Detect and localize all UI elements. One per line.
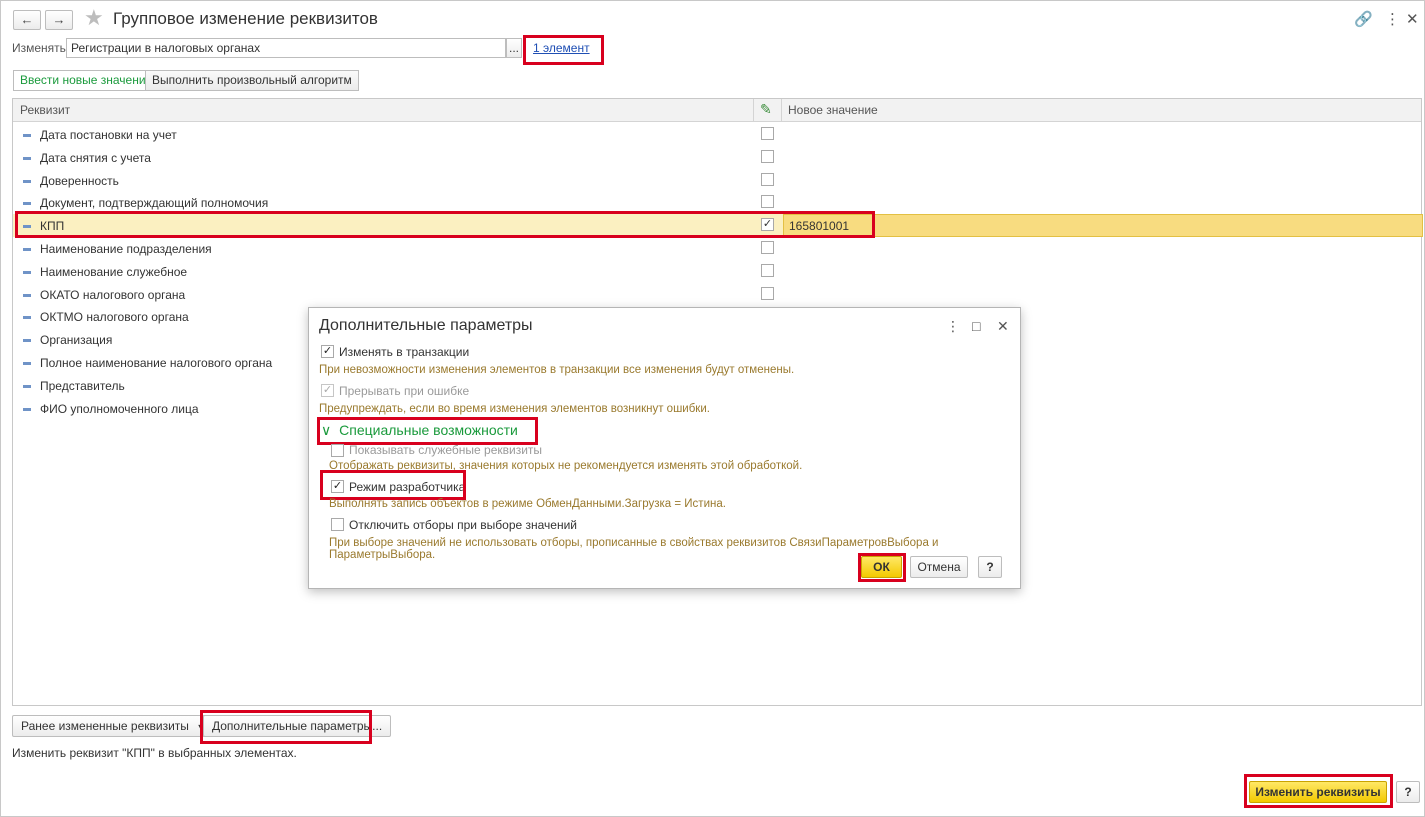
- attribute-name: ОКТМО налогового органа: [40, 310, 189, 325]
- status-text: Изменить реквизит "КПП" в выбранных элем…: [12, 746, 297, 760]
- attribute-bullet-icon: [23, 362, 31, 365]
- column-separator: [753, 99, 754, 122]
- table-row[interactable]: КПП ✓ 165801001: [13, 214, 1423, 238]
- transaction-checkbox[interactable]: ✓: [321, 345, 334, 358]
- table-row[interactable]: Документ, подтверждающий полномочия: [13, 191, 1421, 214]
- forward-arrow-icon: →: [52, 12, 66, 27]
- dialog-more-icon[interactable]: ⋮: [946, 318, 960, 335]
- attribute-bullet-icon: [23, 407, 31, 411]
- dialog-title: Дополнительные параметры: [319, 317, 533, 334]
- edit-target-field[interactable]: Регистрации в налоговых органах: [66, 38, 506, 58]
- attribute-bullet-icon: [23, 384, 31, 388]
- help-button[interactable]: ?: [1396, 781, 1420, 803]
- disable-filters-checkbox[interactable]: [331, 518, 344, 531]
- table-row[interactable]: Дата постановки на учет: [13, 123, 1421, 146]
- new-value-cell[interactable]: [783, 214, 1423, 238]
- special-features-title: Специальные возможности: [339, 422, 518, 438]
- tab-custom-algorithm[interactable]: Выполнить произвольный алгоритм: [145, 70, 359, 91]
- page-title: Групповое изменение реквизитов: [113, 9, 378, 28]
- close-icon[interactable]: ✕: [1406, 10, 1419, 28]
- attribute-bullet-icon: [23, 202, 31, 206]
- attribute-name: Дата постановки на учет: [40, 128, 177, 142]
- attribute-bullet-icon: [23, 134, 31, 137]
- attribute-change-checkbox[interactable]: [761, 172, 774, 186]
- attribute-name: КПП: [40, 219, 65, 234]
- ok-button[interactable]: ОК: [861, 556, 902, 578]
- table-row[interactable]: Дата снятия с учета: [13, 146, 1421, 169]
- previously-changed-label: Ранее измененные реквизиты: [21, 719, 189, 733]
- abort-on-error-hint: Предупреждать, если во время изменения э…: [319, 403, 710, 415]
- abort-on-error-label: Прерывать при ошибке: [339, 384, 470, 398]
- attribute-bullet-icon: [23, 293, 31, 297]
- table-row[interactable]: Доверенность: [13, 169, 1421, 192]
- attribute-bullet-icon: [23, 270, 31, 274]
- table-header: Реквизит ✎ Новое значение: [13, 99, 1421, 122]
- attribute-bullet-icon: [23, 225, 31, 229]
- attribute-bullet-icon: [23, 179, 31, 183]
- show-service-attributes-hint: Отображать реквизиты, значения которых н…: [329, 460, 803, 472]
- favorite-star-icon[interactable]: ★: [84, 7, 104, 29]
- dialog-help-button[interactable]: ?: [978, 556, 1002, 578]
- main-window: ← → ★ Групповое изменение реквизитов 🔗 ⋮…: [0, 0, 1425, 817]
- column-header-attribute[interactable]: Реквизит: [20, 103, 70, 117]
- attribute-bullet-icon: [23, 316, 31, 320]
- table-row[interactable]: Наименование служебное: [13, 260, 1421, 283]
- additional-params-dialog: Дополнительные параметры ⋮ □ ✕ ✓ Изменят…: [308, 307, 1021, 589]
- column-separator: [781, 99, 782, 122]
- show-service-attributes-label: Показывать служебные реквизиты: [349, 443, 543, 457]
- attribute-name: Полное наименование налогового органа: [40, 356, 273, 370]
- attribute-name: Документ, подтверждающий полномочия: [40, 196, 269, 211]
- attribute-change-checkbox[interactable]: [761, 286, 774, 300]
- attribute-name: Доверенность: [40, 173, 119, 188]
- cancel-button[interactable]: Отмена: [910, 556, 968, 578]
- new-value-text: 165801001: [789, 219, 850, 234]
- developer-mode-label: Режим разработчика: [349, 480, 466, 494]
- attribute-bullet-icon: [23, 339, 31, 343]
- table-row[interactable]: ОКАТО налогового органа: [13, 283, 1421, 306]
- chevron-down-icon: ∨: [321, 422, 332, 438]
- table-row[interactable]: Наименование подразделения: [13, 237, 1421, 260]
- dialog-maximize-icon[interactable]: □: [972, 318, 980, 334]
- change-attributes-button[interactable]: Изменить реквизиты: [1249, 781, 1387, 803]
- disable-filters-label: Отключить отборы при выборе значений: [349, 518, 578, 532]
- transaction-label: Изменять в транзакции: [339, 345, 470, 359]
- developer-mode-checkbox[interactable]: ✓: [331, 480, 344, 493]
- attribute-name: Организация: [40, 333, 113, 348]
- attribute-bullet-icon: [23, 156, 31, 160]
- column-header-new-value[interactable]: Новое значение: [788, 103, 878, 117]
- developer-mode-hint: Выполнять запись объектов в режиме Обмен…: [329, 498, 726, 510]
- edit-target-label: Изменять:: [12, 41, 70, 55]
- previously-changed-button[interactable]: Ранее измененные реквизиты ▾: [12, 715, 213, 737]
- forward-button[interactable]: →: [45, 10, 73, 30]
- more-icon[interactable]: ⋮: [1385, 10, 1400, 28]
- select-target-button[interactable]: ...: [506, 38, 522, 58]
- attribute-name: Наименование служебное: [40, 264, 188, 279]
- dialog-close-icon[interactable]: ✕: [997, 318, 1009, 335]
- attribute-change-checkbox[interactable]: ✓: [761, 218, 774, 232]
- link-icon[interactable]: 🔗: [1354, 10, 1373, 28]
- attribute-change-checkbox[interactable]: [761, 149, 774, 163]
- attribute-change-checkbox[interactable]: [761, 263, 774, 277]
- attribute-name: ОКАТО налогового органа: [40, 287, 186, 302]
- attribute-name: Представитель: [40, 378, 125, 393]
- attribute-change-checkbox[interactable]: [761, 241, 774, 254]
- show-service-attributes-checkbox[interactable]: [331, 444, 344, 457]
- back-arrow-icon: ←: [20, 12, 34, 27]
- attribute-change-checkbox[interactable]: [761, 127, 774, 140]
- edit-pencil-icon: ✎: [760, 101, 772, 117]
- special-features-section[interactable]: ∨ Специальные возможности: [321, 422, 518, 439]
- attribute-bullet-icon: [23, 248, 31, 251]
- elements-count-link[interactable]: 1 элемент: [533, 41, 590, 55]
- attribute-change-checkbox[interactable]: [761, 195, 774, 209]
- attribute-name: Наименование подразделения: [40, 242, 212, 256]
- attribute-name: ФИО уполномоченного лица: [40, 401, 199, 416]
- abort-on-error-checkbox[interactable]: ✓: [321, 384, 334, 397]
- tab-enter-new-values[interactable]: Ввести новые значения: [13, 70, 160, 91]
- transaction-hint: При невозможности изменения элементов в …: [319, 364, 795, 376]
- additional-params-button[interactable]: Дополнительные параметры...: [203, 715, 392, 737]
- attribute-name: Дата снятия с учета: [40, 150, 151, 165]
- back-button[interactable]: ←: [13, 10, 41, 30]
